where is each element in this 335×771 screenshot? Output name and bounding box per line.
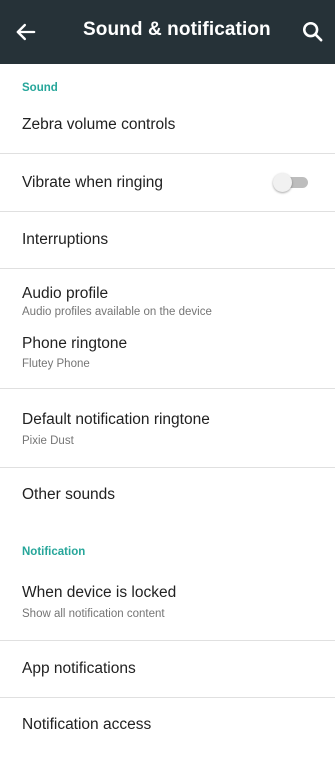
toggle-thumb [273,173,292,192]
setting-vibrate-when-ringing[interactable]: Vibrate when ringing [0,154,335,211]
setting-summary: Pixie Dust [22,435,74,447]
setting-summary: Audio profiles available on the device [22,306,212,318]
app-bar: Sound & notification [0,0,335,64]
section-header-sound: Sound [22,82,58,94]
setting-zebra-volume-controls[interactable]: Zebra volume controls [0,104,335,154]
setting-title: Phone ringtone [22,335,128,352]
setting-summary: Show all notification content [22,608,165,620]
setting-title: Vibrate when ringing [22,174,164,191]
settings-list: Sound Zebra volume controls Vibrate when… [0,64,335,771]
setting-app-notifications[interactable]: App notifications [0,641,335,697]
setting-default-notification-ringtone[interactable]: Default notification ringtone Pixie Dust [0,389,335,467]
vibrate-toggle[interactable] [273,171,313,193]
setting-title: Default notification ringtone [22,411,210,428]
setting-when-device-is-locked[interactable]: When device is locked Show all notificat… [0,568,335,640]
setting-interruptions[interactable]: Interruptions [0,212,335,268]
setting-title: Other sounds [22,486,116,503]
setting-title: Audio profile [22,285,109,302]
setting-title: When device is locked [22,584,177,601]
setting-title: Interruptions [22,231,109,248]
setting-summary: Flutey Phone [22,358,90,370]
setting-notification-access[interactable]: Notification access [0,698,335,758]
setting-audio-profile[interactable]: Audio profile Audio profiles available o… [0,269,335,324]
setting-title: Notification access [22,716,152,733]
section-header-notification: Notification [22,546,86,558]
back-arrow-icon[interactable] [12,18,40,46]
setting-other-sounds[interactable]: Other sounds [0,468,335,528]
setting-title: Zebra volume controls [22,116,176,133]
setting-title: App notifications [22,660,136,677]
search-icon[interactable] [299,18,327,46]
setting-phone-ringtone[interactable]: Phone ringtone Flutey Phone [0,325,335,388]
page-title: Sound & notification [83,19,271,40]
